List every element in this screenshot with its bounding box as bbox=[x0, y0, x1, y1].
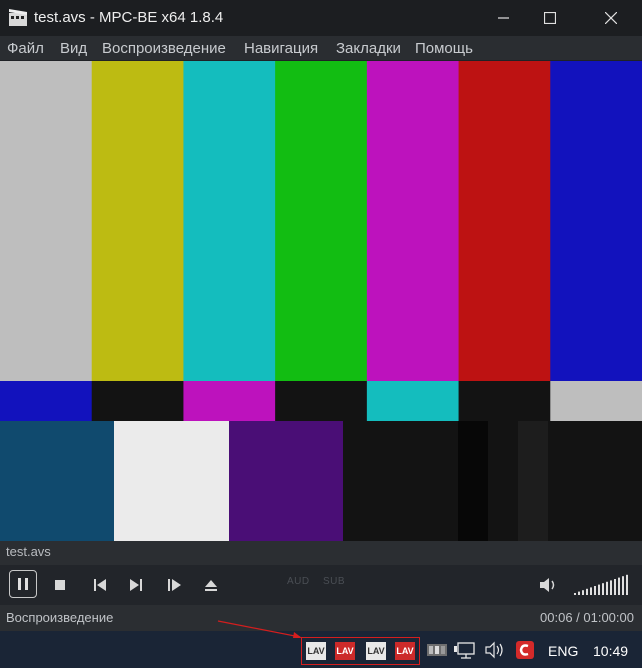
color-bars-test-pattern bbox=[0, 61, 642, 541]
menu-navigation[interactable]: Навигация bbox=[244, 40, 318, 57]
stop-icon bbox=[55, 580, 65, 590]
maximize-icon bbox=[544, 12, 556, 24]
volume-level-bar bbox=[582, 590, 584, 595]
seek-bar[interactable]: test.avs bbox=[0, 541, 642, 565]
skip-forward-icon bbox=[130, 579, 142, 591]
menu-file[interactable]: Файл bbox=[7, 40, 44, 57]
color-bar-top-1 bbox=[91, 61, 184, 381]
menu-playback[interactable]: Воспроизведение bbox=[102, 40, 226, 57]
skip-back-icon bbox=[94, 579, 106, 591]
network-icon[interactable] bbox=[454, 640, 476, 660]
lav-splitter-icon[interactable]: LAV bbox=[306, 642, 326, 660]
window-title: test.avs - MPC-BE x64 1.8.4 bbox=[34, 9, 224, 26]
menu-bookmarks[interactable]: Закладки bbox=[336, 40, 401, 57]
color-bar-mid-2 bbox=[183, 381, 276, 421]
volume-level-bar bbox=[614, 579, 616, 595]
eject-icon bbox=[205, 580, 217, 591]
volume-level-bar bbox=[578, 591, 580, 595]
color-block-bottom-7 bbox=[518, 421, 549, 541]
stop-button[interactable] bbox=[46, 571, 74, 599]
color-bar-top-3 bbox=[275, 61, 368, 381]
annotation-arrow bbox=[217, 620, 302, 638]
title-bar: test.avs - MPC-BE x64 1.8.4 bbox=[0, 0, 642, 36]
color-block-bottom-3 bbox=[343, 421, 434, 541]
volume-level-bar bbox=[594, 586, 596, 595]
previous-button[interactable] bbox=[86, 571, 114, 599]
minimize-icon bbox=[498, 17, 509, 19]
color-bar-top-0 bbox=[0, 61, 93, 381]
color-block-bottom-8 bbox=[548, 421, 642, 541]
volume-level-bar bbox=[606, 581, 608, 595]
subtitle-track-label[interactable]: SUB bbox=[323, 576, 345, 587]
volume-level-bar bbox=[602, 583, 604, 595]
language-indicator[interactable]: ENG bbox=[548, 643, 578, 659]
close-icon bbox=[605, 12, 617, 24]
frame-step-icon bbox=[168, 579, 181, 591]
mpc-be-app-icon bbox=[9, 9, 27, 26]
audio-track-label[interactable]: AUD bbox=[287, 576, 310, 587]
color-bar-mid-1 bbox=[91, 381, 184, 421]
volume-level-bar bbox=[598, 584, 600, 595]
mpc-tray-icon[interactable] bbox=[426, 640, 448, 660]
menu-help[interactable]: Помощь bbox=[415, 40, 473, 57]
playback-controls: AUD SUB bbox=[0, 565, 642, 605]
taskbar: LAV LAV LAV LAV ENG 10:49 bbox=[0, 620, 642, 668]
pause-icon bbox=[18, 578, 28, 590]
pause-button[interactable] bbox=[9, 570, 37, 598]
color-bar-mid-4 bbox=[366, 381, 460, 421]
volume-level-bar bbox=[610, 580, 612, 595]
color-bar-mid-6 bbox=[550, 381, 642, 421]
color-bar-top-2 bbox=[183, 61, 276, 381]
color-bar-mid-3 bbox=[275, 381, 368, 421]
color-block-bottom-2 bbox=[229, 421, 344, 541]
close-button[interactable] bbox=[588, 0, 634, 36]
color-bar-top-4 bbox=[366, 61, 460, 381]
menu-bar: Файл Вид Воспроизведение Навигация Закла… bbox=[0, 36, 642, 60]
volume-level-bar bbox=[574, 593, 576, 595]
color-block-bottom-6 bbox=[488, 421, 519, 541]
lav-video-decoder-icon[interactable]: LAV bbox=[395, 642, 415, 660]
volume-slider[interactable] bbox=[574, 573, 630, 597]
color-bar-mid-0 bbox=[0, 381, 93, 421]
time-display: 00:06 / 01:00:00 bbox=[540, 610, 634, 625]
video-area[interactable] bbox=[0, 61, 642, 541]
color-bar-mid-5 bbox=[458, 381, 551, 421]
volume-level-bar bbox=[586, 588, 588, 595]
status-bar: Воспроизведение 00:06 / 01:00:00 bbox=[0, 605, 642, 631]
menu-view[interactable]: Вид bbox=[60, 40, 87, 57]
next-button[interactable] bbox=[122, 571, 150, 599]
volume-level-bar bbox=[618, 577, 620, 595]
volume-level-bar bbox=[590, 587, 592, 595]
lav-audio-decoder-icon[interactable]: LAV bbox=[335, 642, 355, 660]
playback-state: Воспроизведение bbox=[6, 610, 114, 625]
color-block-bottom-1 bbox=[114, 421, 230, 541]
color-block-bottom-5 bbox=[458, 421, 489, 541]
color-block-bottom-0 bbox=[0, 421, 115, 541]
volume-level-bar bbox=[622, 576, 624, 595]
speaker-icon bbox=[540, 578, 555, 592]
color-bar-top-5 bbox=[458, 61, 551, 381]
frame-step-button[interactable] bbox=[160, 571, 188, 599]
lav-splitter-icon-2[interactable]: LAV bbox=[366, 642, 386, 660]
volume-tray-icon[interactable] bbox=[484, 640, 506, 660]
mute-button[interactable] bbox=[534, 571, 562, 599]
ccleaner-icon[interactable] bbox=[515, 640, 535, 660]
volume-level-bar bbox=[626, 574, 628, 595]
eject-button[interactable] bbox=[197, 571, 225, 599]
color-block-bottom-4 bbox=[433, 421, 459, 541]
color-bar-top-6 bbox=[550, 61, 642, 381]
maximize-button[interactable] bbox=[527, 0, 573, 36]
clock[interactable]: 10:49 bbox=[593, 643, 628, 659]
minimize-button[interactable] bbox=[481, 0, 527, 36]
filename-label: test.avs bbox=[6, 544, 51, 559]
